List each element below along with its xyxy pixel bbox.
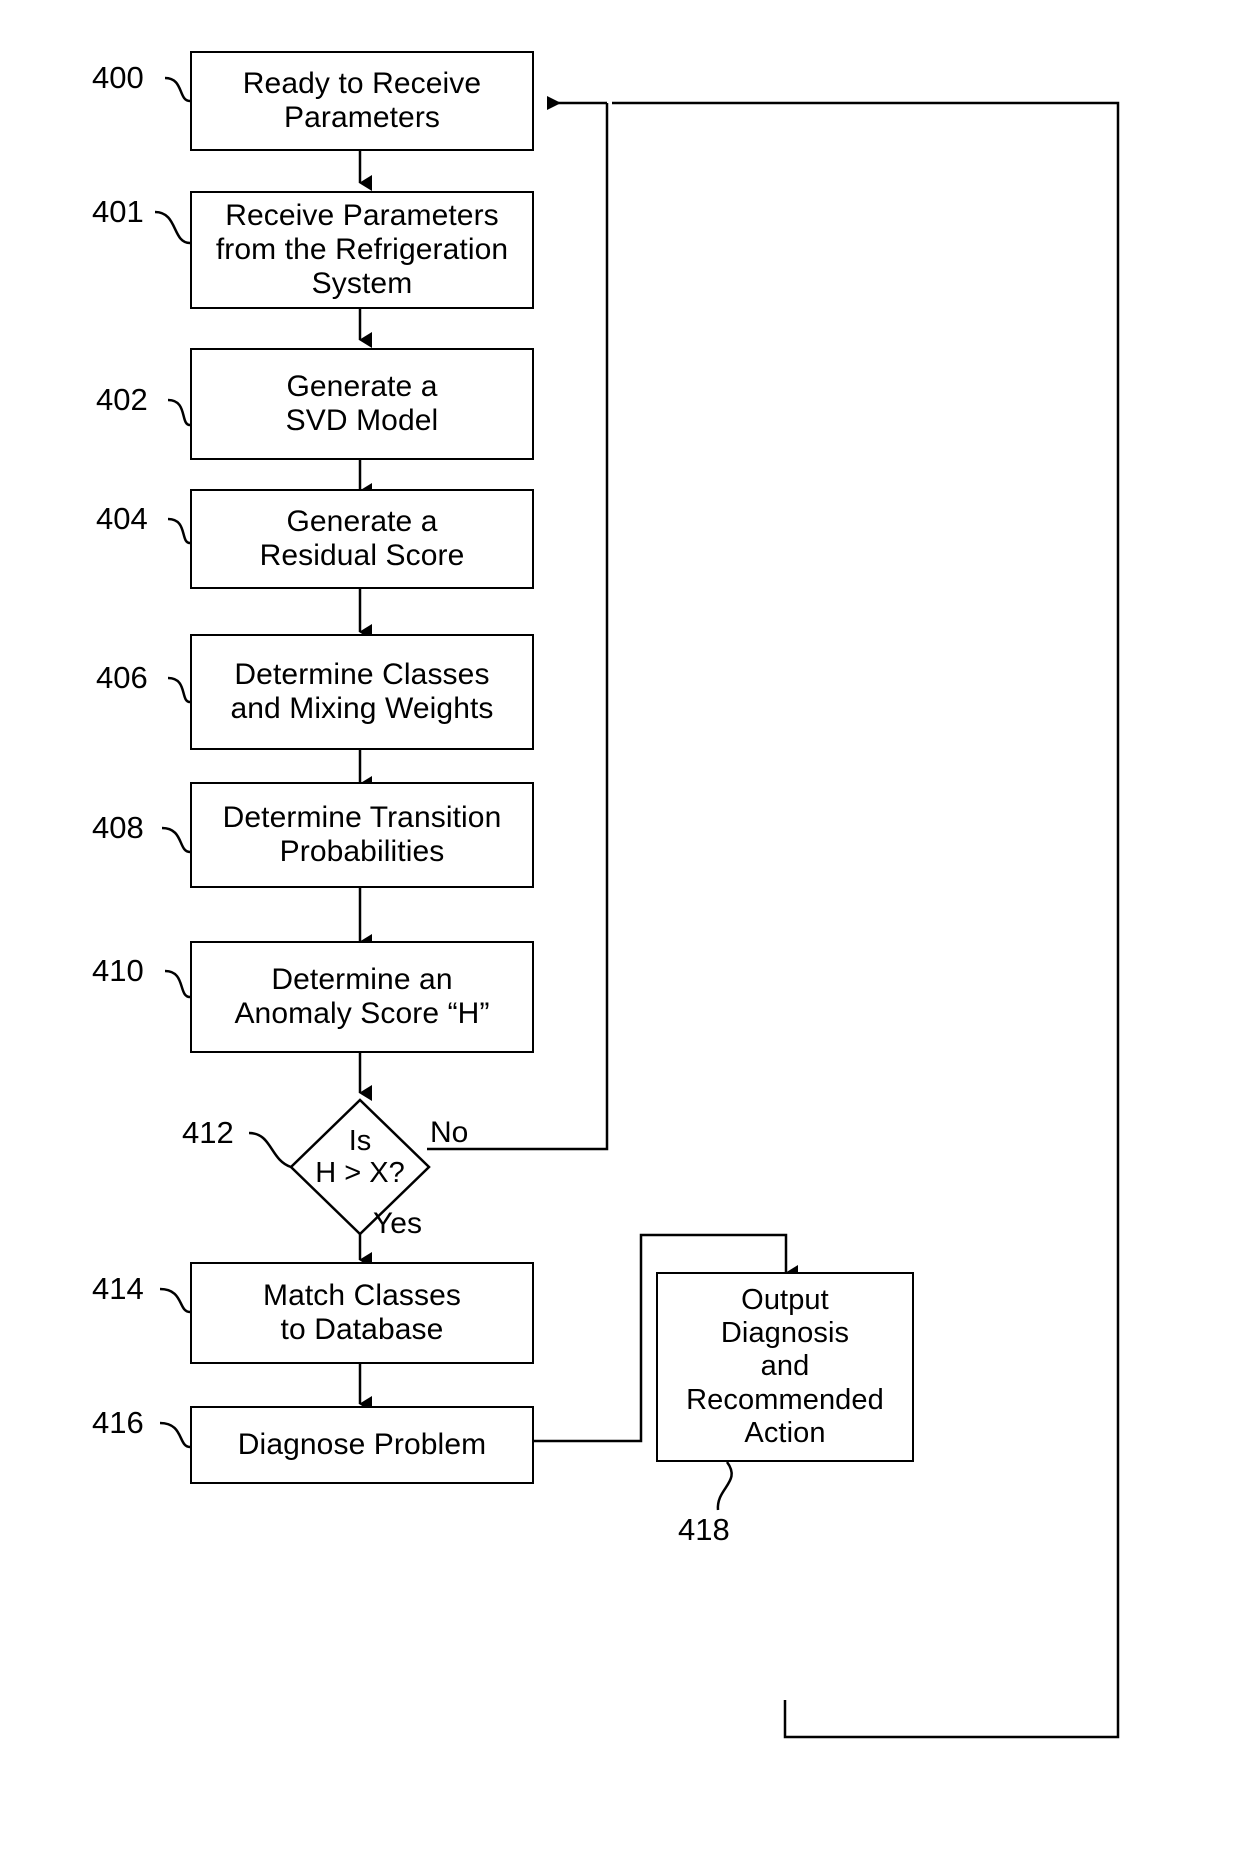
leader-410 [164,969,191,999]
refnum-418: 418 [678,1512,730,1547]
node-416[interactable]: Diagnose Problem [190,1406,534,1484]
leader-401 [154,210,191,245]
refnum-401: 401 [92,194,144,229]
flowchart-canvas: Ready to Receive Parameters Receive Para… [0,0,1240,1873]
node-412-label: Is H > X? [315,1125,405,1189]
refnum-416: 416 [92,1405,144,1440]
leader-412 [248,1131,292,1169]
leader-408 [161,826,191,854]
node-400-label: Ready to Receive Parameters [242,66,482,134]
leader-406 [167,676,191,704]
node-418[interactable]: Output Diagnosis and Recommended Action [656,1272,914,1462]
refnum-400: 400 [92,60,144,95]
leader-400 [164,76,191,103]
refnum-406: 406 [96,660,148,695]
node-410[interactable]: Determine an Anomaly Score “H” [190,941,534,1053]
leader-line-layer [154,76,733,1511]
branch-label-no: No [430,1116,469,1149]
node-406-label: Determine Classes and Mixing Weights [230,657,494,725]
node-406[interactable]: Determine Classes and Mixing Weights [190,634,534,750]
node-401[interactable]: Receive Parameters from the Refrigeratio… [190,191,534,309]
node-402[interactable]: Generate a SVD Model [190,348,534,460]
refnum-404: 404 [96,501,148,536]
leader-416 [159,1421,191,1449]
leader-402 [167,398,191,427]
node-404-label: Generate a Residual Score [259,504,465,572]
node-408-label: Determine Transition Probabilities [222,800,502,868]
node-418-label: Output Diagnosis and Recommended Action [686,1284,884,1449]
refnum-402: 402 [96,382,148,417]
node-404[interactable]: Generate a Residual Score [190,489,534,589]
branch-label-yes: Yes [373,1207,422,1240]
refnum-408: 408 [92,810,144,845]
node-410-label: Determine an Anomaly Score “H” [234,962,490,1030]
node-416-label: Diagnose Problem [237,1427,487,1461]
leader-414 [159,1287,191,1314]
node-414-label: Match Classes to Database [262,1278,462,1346]
leader-418 [716,1461,733,1511]
node-400[interactable]: Ready to Receive Parameters [190,51,534,151]
refnum-414: 414 [92,1271,144,1306]
node-408[interactable]: Determine Transition Probabilities [190,782,534,888]
node-402-label: Generate a SVD Model [285,369,439,437]
leader-404 [167,517,191,545]
refnum-410: 410 [92,953,144,988]
node-414[interactable]: Match Classes to Database [190,1262,534,1364]
refnum-412: 412 [182,1115,234,1150]
node-401-label: Receive Parameters from the Refrigeratio… [215,198,509,301]
